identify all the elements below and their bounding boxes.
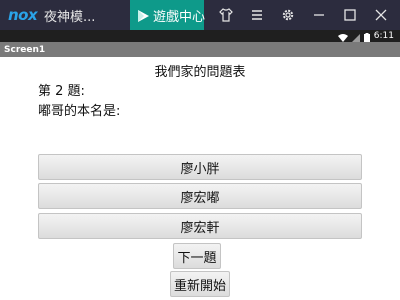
game-center-label: 遊戲中心 bbox=[153, 9, 206, 25]
answer-option-button[interactable]: 廖宏嘟 bbox=[38, 183, 362, 209]
answer-option-button[interactable]: 廖宏軒 bbox=[38, 213, 362, 239]
gear-icon[interactable] bbox=[277, 8, 299, 22]
screen-title-bar: Screen1 bbox=[0, 42, 400, 57]
game-center-tab[interactable]: 遊戲中心 bbox=[130, 0, 206, 30]
emulator-app-title: 夜神模... bbox=[44, 9, 96, 25]
menu-icon[interactable] bbox=[246, 8, 268, 22]
question-text: 嘟哥的本名是: bbox=[38, 104, 121, 119]
emulator-app-tab[interactable]: nox 夜神模... bbox=[0, 0, 130, 30]
quiz-heading: 我們家的問題表 bbox=[154, 65, 246, 80]
emulator-controls bbox=[210, 0, 400, 30]
screen-title: Screen1 bbox=[4, 44, 46, 55]
close-icon[interactable] bbox=[370, 8, 392, 22]
nox-logo: nox bbox=[8, 6, 38, 24]
android-status-bar: 6:11 bbox=[0, 30, 400, 42]
status-time: 6:11 bbox=[373, 31, 394, 41]
maximize-icon[interactable] bbox=[339, 8, 361, 22]
question-number: 第 2 題: bbox=[38, 84, 85, 99]
quiz-content: 我們家的問題表 第 2 題: 嘟哥的本名是: 廖小胖 廖宏嘟 廖宏軒 下一題 重… bbox=[0, 57, 400, 300]
play-store-icon bbox=[136, 8, 150, 22]
restart-button[interactable]: 重新開始 bbox=[170, 271, 230, 297]
minimize-icon[interactable] bbox=[308, 8, 330, 22]
emulator-title-bar: nox 夜神模... 遊戲中心 bbox=[0, 0, 400, 30]
next-question-button[interactable]: 下一題 bbox=[173, 243, 221, 269]
shirt-icon[interactable] bbox=[215, 8, 237, 22]
answer-option-button[interactable]: 廖小胖 bbox=[38, 154, 362, 180]
